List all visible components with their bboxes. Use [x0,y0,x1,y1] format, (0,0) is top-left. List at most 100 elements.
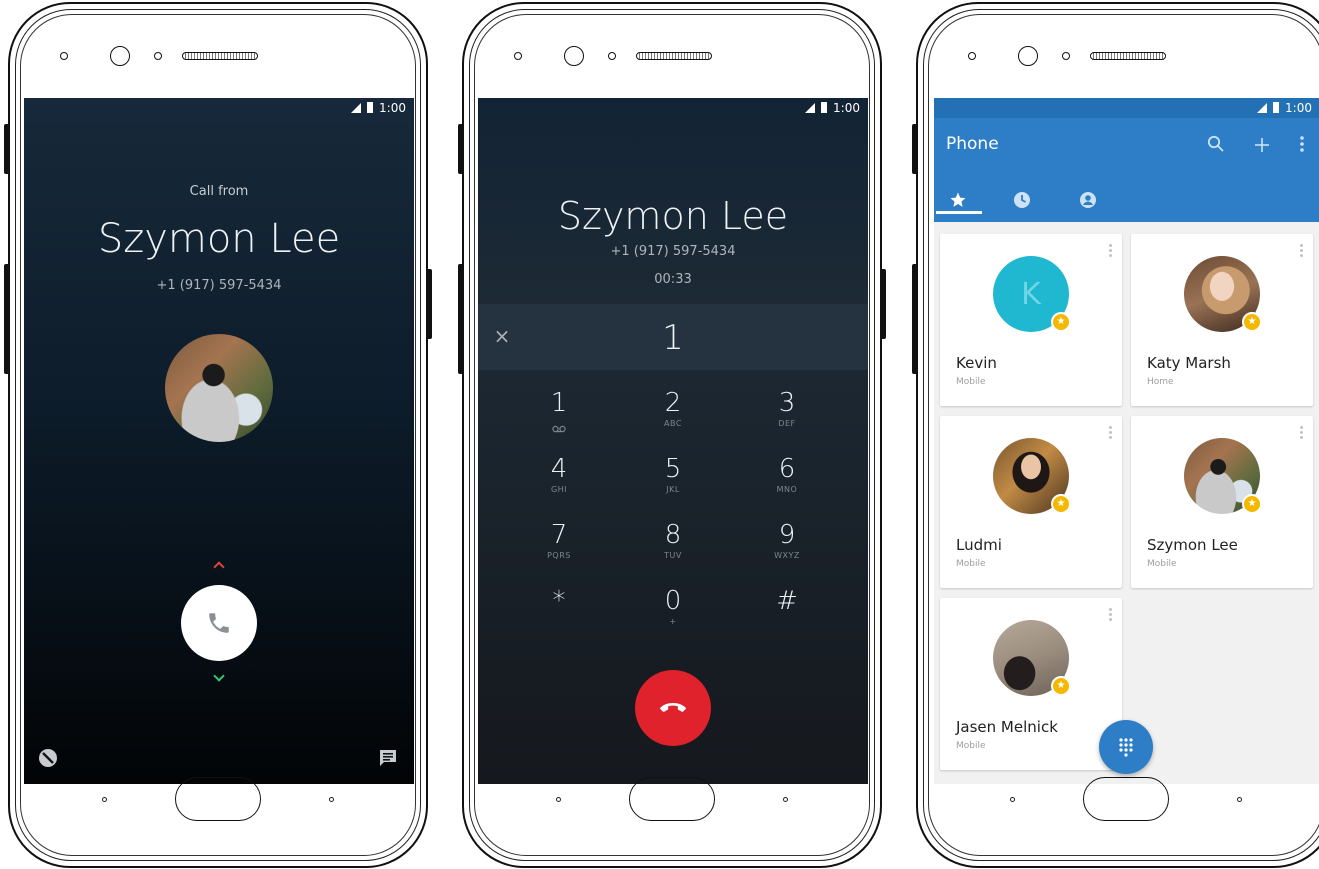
battery-icon [821,102,828,113]
recents-key[interactable] [1237,797,1242,802]
recents-key[interactable] [783,797,788,802]
status-bar: 1:00 [24,98,414,118]
dialpad-key-2[interactable]: 2 ABC [616,388,730,454]
more-icon[interactable] [1108,426,1112,440]
dialpad-key-9[interactable]: 9 WXYZ [730,520,844,586]
contact-name: Ludmi [956,536,1002,554]
key-digit: 5 [664,454,682,484]
status-time: 1:00 [833,101,860,115]
proximity-sensor [514,52,522,60]
call-duration: 00:33 [654,272,692,287]
home-button[interactable] [1083,777,1169,821]
home-button[interactable] [629,777,715,821]
favorite-card-szymon-lee[interactable]: ★ Szymon Lee Mobile [1131,416,1313,588]
caller-name: Szymon Lee [97,216,341,262]
dialpad-key-hash[interactable]: # [730,586,844,652]
back-key[interactable] [556,797,561,802]
contact-number-type: Mobile [956,741,986,751]
volume-button [912,124,918,174]
recents-key[interactable] [329,797,334,802]
contact-number-type: Mobile [1147,559,1177,569]
dialpad-key-1[interactable]: 1 [502,388,616,454]
status-time: 1:00 [379,101,406,115]
dialpad-key-6[interactable]: 6 MNO [730,454,844,520]
phone-frame-in-call: 1:00 Szymon Lee +1 (917) 597-5434 00:33 … [458,2,886,868]
dialpad-key-star[interactable]: * [502,586,616,652]
tab-recents[interactable] [1000,186,1044,214]
dialpad-key-8[interactable]: 8 TUV [616,520,730,586]
contact-name: Jasen Melnick [956,718,1058,736]
contact-name: Szymon Lee [1147,536,1238,554]
caller-number: +1 (917) 597-5434 [610,244,736,259]
back-key[interactable] [102,797,107,802]
front-camera [564,46,584,66]
favorite-card-kevin[interactable]: K ★ Kevin Mobile [940,234,1122,406]
power-button [912,264,918,374]
active-tab-indicator [936,211,982,214]
battery-icon [1273,102,1280,113]
status-bar: 1:00 [934,98,1319,118]
battery-icon [367,102,374,113]
key-letters: TUV [664,551,682,560]
more-icon[interactable] [1108,608,1112,622]
end-call-button[interactable] [635,670,711,746]
search-icon[interactable] [1204,134,1228,158]
favorite-card-ludmi[interactable]: ★ Ludmi Mobile [940,416,1122,588]
favorite-card-jasen-melnick[interactable]: ★ Jasen Melnick Mobile [940,598,1122,770]
dialpad-key-4[interactable]: 4 GHI [502,454,616,520]
key-digit: 1 [550,388,568,418]
chevron-down-icon [213,670,225,682]
star-icon [950,192,966,207]
clock-icon [1014,192,1030,208]
power-button [458,264,464,374]
favorite-star-icon: ★ [1051,676,1071,696]
dialpad-key-3[interactable]: 3 DEF [730,388,844,454]
tab-contacts[interactable] [1066,186,1110,214]
earpiece-area [10,42,426,70]
dialpad-key-5[interactable]: 5 JKL [616,454,730,520]
dialpad-fab-button[interactable] [1099,720,1153,774]
block-icon[interactable] [38,748,58,768]
message-icon[interactable] [378,748,398,768]
back-key[interactable] [1010,797,1015,802]
signal-icon [805,103,816,113]
favorite-star-icon: ★ [1242,494,1262,514]
earpiece-area [464,42,880,70]
dialpad-key-0[interactable]: 0 + [616,586,730,652]
key-digit: 0 [664,586,682,616]
more-icon[interactable] [1299,426,1303,440]
answer-call-button[interactable] [181,585,257,661]
add-icon[interactable] [1250,134,1274,158]
favorite-star-icon: ★ [1051,494,1071,514]
dialed-digits: 1 [662,318,684,358]
key-digit: 8 [664,520,682,550]
key-digit: 6 [778,454,796,484]
tab-favorites[interactable] [936,186,982,214]
light-sensor [1062,52,1070,60]
contact-name: Kevin [956,354,997,372]
key-digit: * [552,586,566,616]
signal-icon [1257,103,1268,113]
phone-icon [209,613,229,633]
status-bar: 1:00 [478,98,868,118]
more-icon[interactable] [1108,244,1112,258]
proximity-sensor [60,52,68,60]
key-letters: WXYZ [774,551,800,560]
front-camera [1018,46,1038,66]
more-icon[interactable] [1290,134,1314,158]
volume-button [458,124,464,174]
more-icon[interactable] [1299,244,1303,258]
contact-number-type: Home [1147,377,1174,387]
chevron-up-icon [213,561,225,573]
home-button[interactable] [175,777,261,821]
key-letters: PQRS [547,551,571,560]
favorite-card-katy-marsh[interactable]: ★ Katy Marsh Home [1131,234,1313,406]
hang-up-icon [660,703,686,712]
dialpad-key-7[interactable]: 7 PQRS [502,520,616,586]
caller-avatar [165,334,273,442]
incoming-call-screen: 1:00 Call from Szymon Lee +1 (917) 597-5… [24,98,414,784]
voicemail-icon [552,425,566,433]
person-icon [1080,192,1096,208]
key-digit: 9 [778,520,796,550]
key-letters: MNO [776,485,798,494]
